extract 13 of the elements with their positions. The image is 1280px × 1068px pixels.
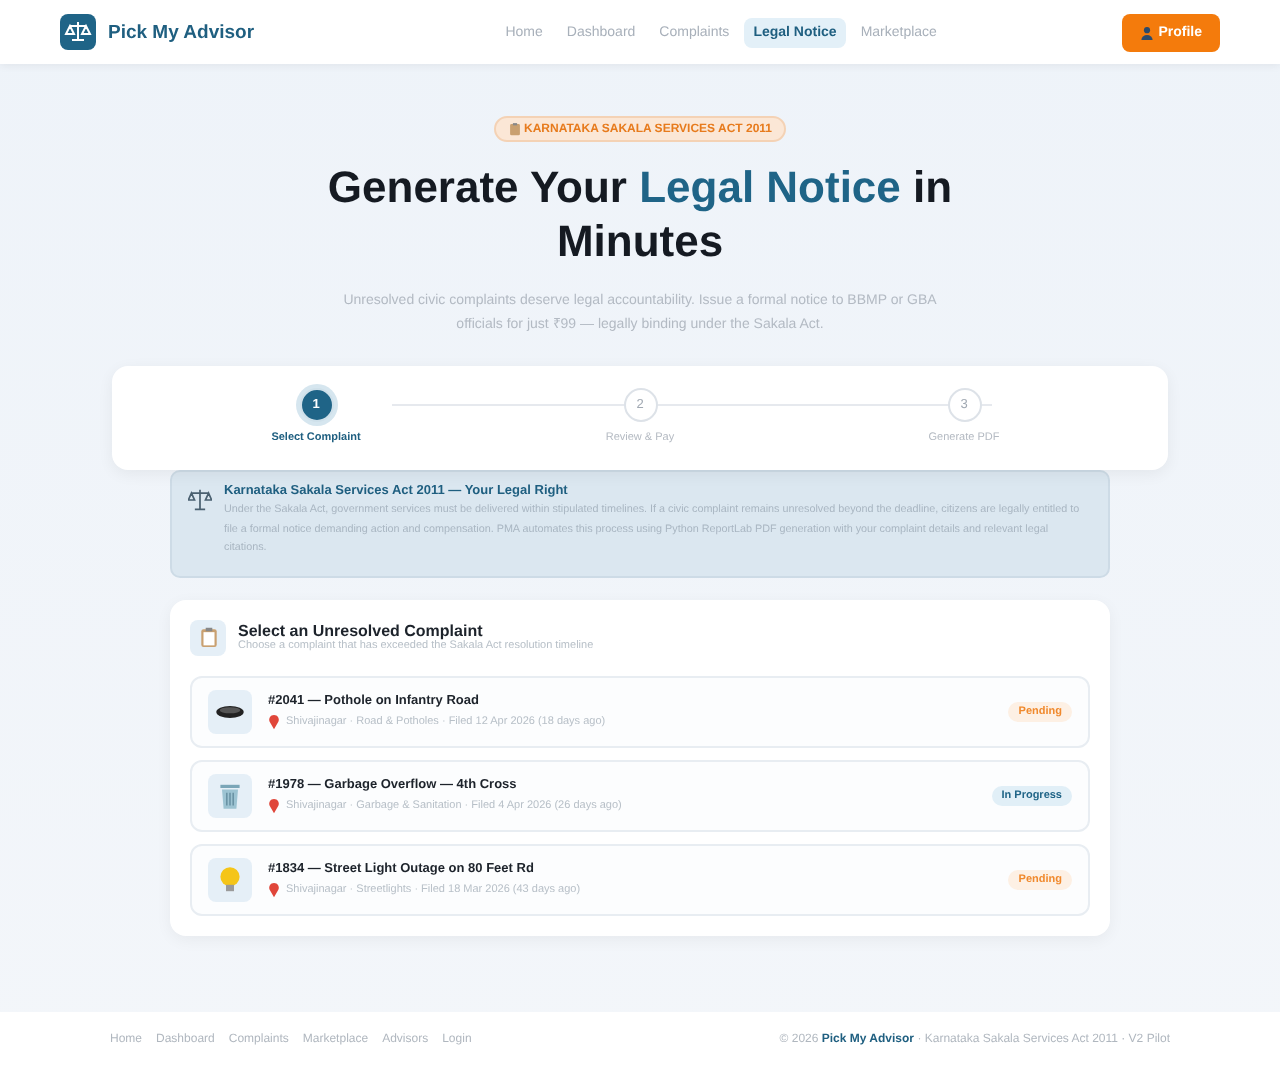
brand-name[interactable]: Pick My Advisor (108, 21, 255, 43)
light-bulb-icon (214, 863, 246, 895)
pin-icon (268, 881, 280, 897)
scales-icon (188, 488, 212, 512)
pothole-icon (216, 705, 244, 717)
pin-icon (268, 713, 280, 729)
scales-logo-icon (60, 14, 96, 50)
hero-title: Generate Your Legal Notice in Minutes (325, 160, 955, 268)
panel-title: Select an Unresolved Complaint (238, 622, 485, 640)
person-icon (1140, 25, 1155, 39)
pin-icon (268, 797, 280, 813)
clipboard-icon (190, 619, 226, 655)
trash-can-icon (214, 779, 246, 811)
